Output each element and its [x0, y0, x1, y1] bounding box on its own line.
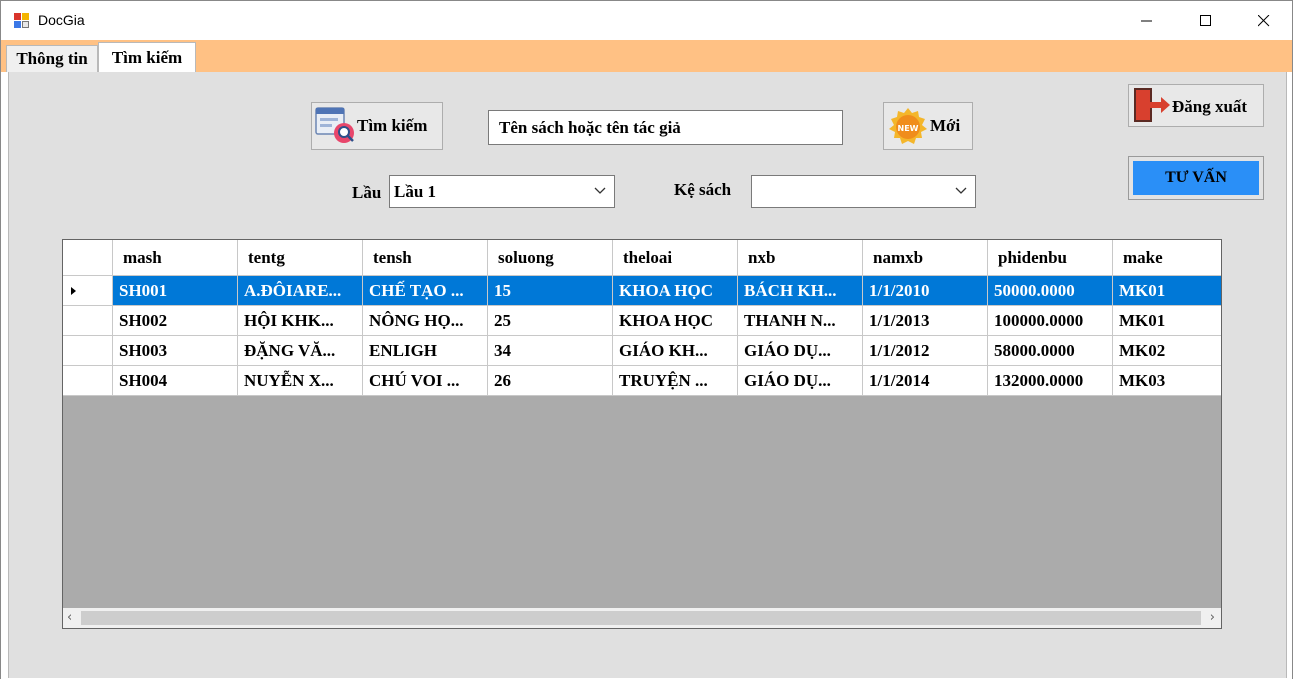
maximize-button[interactable]: [1177, 1, 1235, 41]
table-cell[interactable]: SH003: [113, 336, 238, 366]
column-header-phidenbu[interactable]: phidenbu: [988, 240, 1113, 276]
row-header[interactable]: [63, 276, 113, 306]
table-cell[interactable]: 1/1/2014: [863, 366, 988, 396]
column-header-mash[interactable]: mash: [113, 240, 238, 276]
table-cell[interactable]: MK01: [1113, 306, 1221, 336]
logout-button-label: Đăng xuất: [1172, 97, 1248, 116]
table-cell[interactable]: TRUYỆN ...: [613, 366, 738, 396]
floor-select-value: Lầu 1: [394, 181, 437, 201]
new-button-label: Mới: [930, 116, 961, 135]
table-cell[interactable]: ĐẶNG VĂ...: [238, 336, 363, 366]
search-button[interactable]: Tìm kiếm: [311, 102, 443, 150]
table-cell[interactable]: KHOA HỌC: [613, 306, 738, 336]
table-row[interactable]: SH001 A.ĐÔIARE... CHẾ TẠO ... 15 KHOA HỌ…: [63, 276, 1221, 306]
table-cell[interactable]: HỘI KHK...: [238, 306, 363, 336]
maximize-icon: [1200, 15, 1211, 26]
row-header[interactable]: [63, 336, 113, 366]
table-cell[interactable]: 58000.0000: [988, 336, 1113, 366]
row-header[interactable]: [63, 366, 113, 396]
table-cell[interactable]: 50000.0000: [988, 276, 1113, 306]
app-icon: [14, 13, 30, 29]
scrollbar-thumb[interactable]: [81, 611, 1201, 625]
table-cell[interactable]: 1/1/2012: [863, 336, 988, 366]
exit-door-icon: [1134, 88, 1170, 122]
table-cell[interactable]: 25: [488, 306, 613, 336]
horizontal-scrollbar[interactable]: ‹ ›: [63, 608, 1221, 628]
grid-corner: [63, 240, 113, 276]
window-border-right: [1287, 72, 1293, 679]
close-button[interactable]: [1235, 1, 1293, 41]
column-header-nxb[interactable]: nxb: [738, 240, 863, 276]
column-header-tensh[interactable]: tensh: [363, 240, 488, 276]
table-cell[interactable]: MK01: [1113, 276, 1221, 306]
table-cell[interactable]: MK02: [1113, 336, 1221, 366]
new-icon-text: NEW: [898, 124, 919, 133]
logout-button[interactable]: Đăng xuất: [1128, 84, 1264, 127]
table-cell[interactable]: GIÁO DỤ...: [738, 336, 863, 366]
tab-thong-tin[interactable]: Thông tin: [6, 45, 98, 72]
column-header-make[interactable]: make: [1113, 240, 1221, 276]
current-row-icon: [71, 287, 76, 295]
table-cell[interactable]: CHÚ VOI ...: [363, 366, 488, 396]
table-cell[interactable]: 1/1/2010: [863, 276, 988, 306]
table-row[interactable]: SH002 HỘI KHK... NÔNG HỌ... 25 KHOA HỌC …: [63, 306, 1221, 336]
column-header-namxb[interactable]: namxb: [863, 240, 988, 276]
floor-label: Lầu: [352, 183, 382, 202]
table-cell[interactable]: ENLIGH: [363, 336, 488, 366]
table-row[interactable]: SH003 ĐẶNG VĂ... ENLIGH 34 GIÁO KH... GI…: [63, 336, 1221, 366]
table-cell[interactable]: NÔNG HỌ...: [363, 306, 488, 336]
advise-button[interactable]: TƯ VẤN: [1128, 156, 1264, 200]
advise-button-label: TƯ VẤN: [1133, 161, 1259, 195]
row-header[interactable]: [63, 306, 113, 336]
close-icon: [1258, 15, 1270, 27]
grid-header: mash tentg tensh soluong theloai nxb nam…: [63, 240, 1221, 276]
minimize-button[interactable]: [1118, 1, 1176, 41]
books-grid[interactable]: mash tentg tensh soluong theloai nxb nam…: [62, 239, 1222, 629]
new-button[interactable]: NEW Mới: [883, 102, 973, 150]
floor-select[interactable]: Lầu 1: [389, 175, 615, 208]
table-cell[interactable]: SH001: [113, 276, 238, 306]
tab-tim-kiem[interactable]: Tìm kiếm: [98, 42, 196, 72]
table-cell[interactable]: 132000.0000: [988, 366, 1113, 396]
table-cell[interactable]: A.ĐÔIARE...: [238, 276, 363, 306]
search-input[interactable]: Tên sách hoặc tên tác giả: [488, 110, 843, 145]
column-header-tentg[interactable]: tentg: [238, 240, 363, 276]
table-cell[interactable]: CHẾ TẠO ...: [363, 276, 488, 306]
table-cell[interactable]: SH002: [113, 306, 238, 336]
table-cell[interactable]: NUYỄN X...: [238, 366, 363, 396]
table-cell[interactable]: 15: [488, 276, 613, 306]
chevron-down-icon: [594, 187, 606, 194]
column-header-theloai[interactable]: theloai: [613, 240, 738, 276]
table-cell[interactable]: 26: [488, 366, 613, 396]
search-button-label: Tìm kiếm: [357, 116, 428, 135]
table-cell[interactable]: 100000.0000: [988, 306, 1113, 336]
scroll-left-icon[interactable]: ‹: [67, 610, 72, 625]
scroll-right-icon[interactable]: ›: [1210, 610, 1215, 625]
shelf-select[interactable]: [751, 175, 976, 208]
window-border-left: [0, 72, 8, 679]
table-cell[interactable]: BÁCH KH...: [738, 276, 863, 306]
table-cell[interactable]: SH004: [113, 366, 238, 396]
window-title: DocGia: [38, 12, 85, 28]
table-cell[interactable]: MK03: [1113, 366, 1221, 396]
title-bar: DocGia: [0, 0, 1293, 40]
table-row[interactable]: SH004 NUYỄN X... CHÚ VOI ... 26 TRUYỆN .…: [63, 366, 1221, 396]
shelf-label: Kệ sách: [674, 180, 732, 199]
table-cell[interactable]: GIÁO DỤ...: [738, 366, 863, 396]
table-cell[interactable]: THANH N...: [738, 306, 863, 336]
table-cell[interactable]: GIÁO KH...: [613, 336, 738, 366]
table-cell[interactable]: 34: [488, 336, 613, 366]
table-cell[interactable]: KHOA HỌC: [613, 276, 738, 306]
tab-strip: Thông tin Tìm kiếm: [0, 40, 1293, 72]
new-badge-icon: NEW: [889, 108, 927, 144]
search-document-icon: [315, 107, 354, 143]
minimize-icon: [1141, 20, 1152, 22]
chevron-down-icon: [955, 187, 967, 194]
table-cell[interactable]: 1/1/2013: [863, 306, 988, 336]
column-header-soluong[interactable]: soluong: [488, 240, 613, 276]
